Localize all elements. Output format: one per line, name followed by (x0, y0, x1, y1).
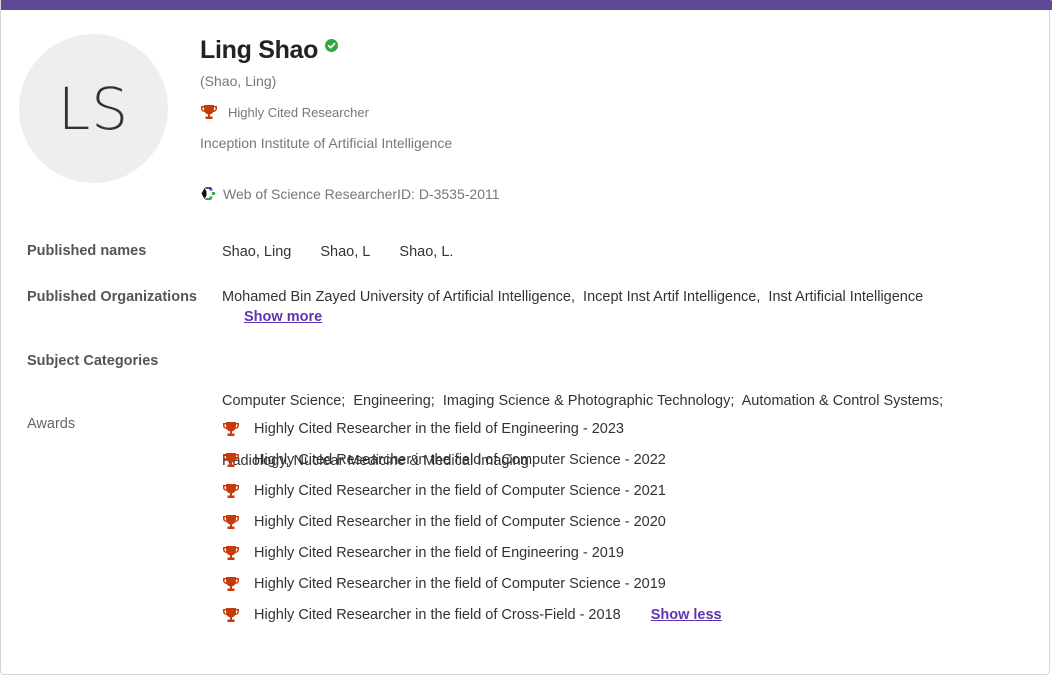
award-item: Highly Cited Researcher in the field of … (222, 475, 722, 506)
trophy-icon (223, 483, 239, 498)
verified-check-icon (325, 39, 339, 52)
trophy-icon (223, 576, 239, 591)
researcher-id: Web of Science ResearcherID: D-3535-2011 (200, 185, 500, 202)
name-alias: (Shao, Ling) (200, 73, 277, 89)
show-less-awards-link[interactable]: Show less (651, 607, 722, 623)
published-name: Shao, L. (399, 244, 454, 260)
researcher-id-text: Web of Science ResearcherID: D-3535-2011 (223, 185, 500, 202)
trophy-icon (223, 452, 239, 467)
published-names-list: Shao, Ling Shao, L Shao, L. (222, 242, 478, 262)
award-item: Highly Cited Researcher in the field of … (222, 537, 722, 568)
published-organizations-text: Mohamed Bin Zayed University of Artifici… (222, 289, 924, 305)
web-of-science-logo-icon (201, 187, 216, 200)
trophy-icon (223, 421, 239, 436)
award-text: Highly Cited Researcher in the field of … (254, 420, 624, 437)
subject-categories-label: Subject Categories (27, 353, 159, 369)
award-text: Highly Cited Researcher in the field of … (254, 606, 621, 623)
award-text: Highly Cited Researcher in the field of … (254, 513, 666, 530)
award-item: Highly Cited Researcher in the field of … (222, 413, 722, 444)
award-text: Highly Cited Researcher in the field of … (254, 544, 624, 561)
award-item: Highly Cited Researcher in the field of … (222, 599, 722, 630)
published-name: Shao, Ling (222, 244, 292, 260)
awards-label: Awards (27, 416, 76, 432)
highly-cited-badge: Highly Cited Researcher (200, 104, 369, 120)
subject-categories-line: Computer Science; Engineering; Imaging S… (222, 393, 944, 409)
name-row: Ling Shao (200, 36, 339, 65)
award-text: Highly Cited Researcher in the field of … (254, 575, 666, 592)
award-item: Highly Cited Researcher in the field of … (222, 444, 722, 475)
accent-top-bar (1, 0, 1052, 10)
show-more-organizations-link[interactable]: Show more (244, 309, 322, 325)
award-text: Highly Cited Researcher in the field of … (254, 451, 666, 468)
researcher-name: Ling Shao (200, 36, 319, 64)
published-organizations-label: Published Organizations (27, 289, 197, 305)
published-names-label: Published names (27, 243, 147, 259)
published-name: Shao, L (320, 244, 371, 260)
highly-cited-label: Highly Cited Researcher (228, 104, 369, 120)
trophy-icon (201, 105, 217, 119)
trophy-icon (223, 545, 239, 560)
award-text: Highly Cited Researcher in the field of … (254, 482, 666, 499)
awards-list: Highly Cited Researcher in the field of … (222, 413, 722, 630)
trophy-icon (223, 514, 239, 529)
trophy-icon (223, 607, 239, 622)
award-item: Highly Cited Researcher in the field of … (222, 506, 722, 537)
award-item: Highly Cited Researcher in the field of … (222, 568, 722, 599)
researcher-profile-card: LS Ling Shao (Shao, Ling) Highly Cited R… (0, 0, 1052, 675)
institution: Inception Institute of Artificial Intell… (200, 135, 453, 151)
avatar: LS (19, 34, 168, 183)
